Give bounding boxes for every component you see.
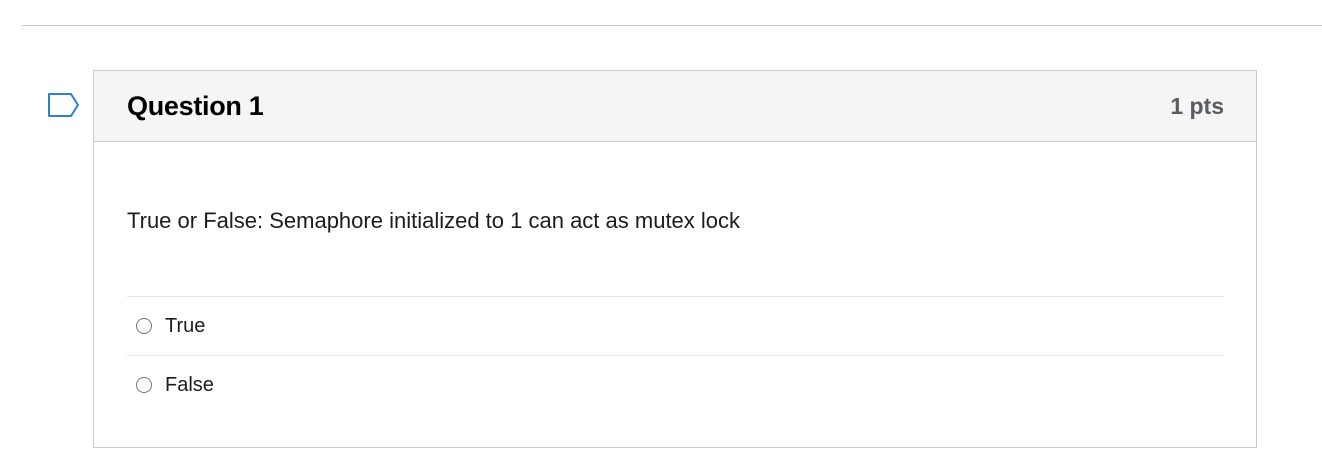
question-points: 1 pts	[1170, 92, 1224, 119]
answer-list: True False	[127, 296, 1224, 414]
radio-button[interactable]	[136, 377, 152, 393]
answer-option-true[interactable]: True	[127, 297, 1224, 356]
question-header: Question 1 1 pts	[94, 71, 1256, 142]
radio-button[interactable]	[136, 318, 152, 334]
answer-label: True	[165, 314, 206, 337]
answer-label: False	[165, 373, 214, 396]
question-body: True or False: Semaphore initialized to …	[94, 208, 1256, 414]
quiz-page: Question 1 1 pts True or False: Semaphor…	[0, 0, 1322, 462]
top-divider	[22, 25, 1322, 26]
question-title: Question 1	[127, 90, 264, 121]
question-card: Question 1 1 pts True or False: Semaphor…	[93, 70, 1257, 448]
flag-question-icon[interactable]	[47, 92, 81, 118]
answer-option-false[interactable]: False	[127, 356, 1224, 414]
question-text: True or False: Semaphore initialized to …	[127, 208, 741, 233]
